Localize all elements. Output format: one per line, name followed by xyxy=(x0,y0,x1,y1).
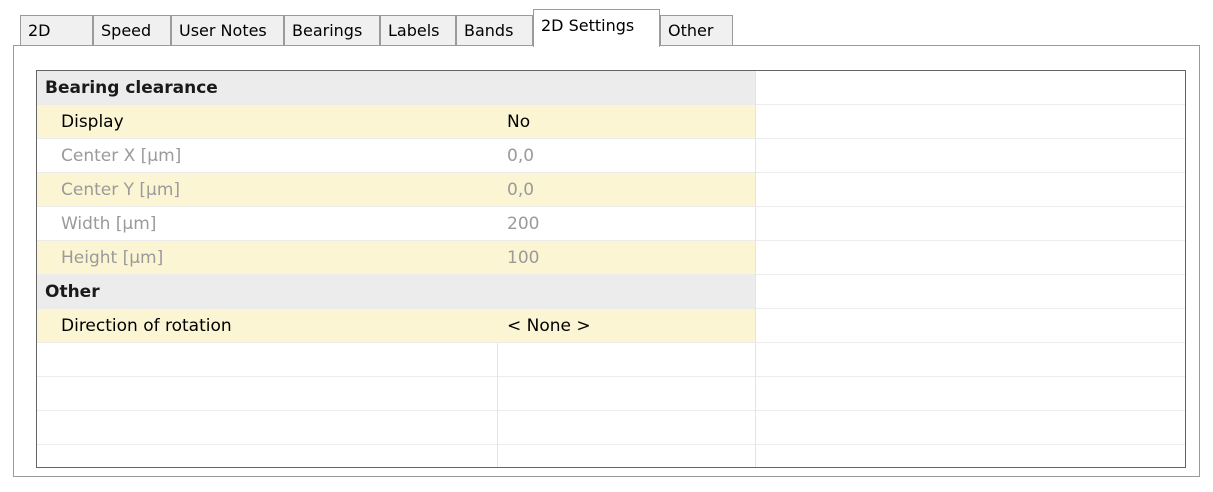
tab-content-panel: Bearing clearance Display No Center X [µ… xyxy=(13,45,1200,477)
property-value-width[interactable]: 200 xyxy=(497,207,755,241)
tab-speed[interactable]: Speed xyxy=(93,15,171,45)
property-name: Height [µm] xyxy=(37,241,497,275)
empty-row xyxy=(37,411,1185,445)
tab-strip: 2D Speed User Notes Bearings Labels Band… xyxy=(0,0,1213,50)
empty-row xyxy=(37,343,1185,377)
property-row-center-x[interactable]: Center X [µm] 0,0 xyxy=(37,139,1185,173)
property-name: Width [µm] xyxy=(61,214,157,234)
property-value-display[interactable]: No xyxy=(497,105,755,139)
property-name: Display xyxy=(37,105,497,139)
tab-labels[interactable]: Labels xyxy=(380,15,456,45)
tab-2d-settings[interactable]: 2D Settings xyxy=(533,9,660,47)
tab-2d[interactable]: 2D xyxy=(20,15,93,45)
tab-user-notes[interactable]: User Notes xyxy=(171,15,284,45)
property-row-center-y[interactable]: Center Y [µm] 0,0 xyxy=(37,173,1185,207)
property-name: Center Y [µm] xyxy=(37,173,497,207)
property-value-center-y[interactable]: 0,0 xyxy=(497,173,755,207)
category-row-other[interactable]: Other xyxy=(37,275,1185,309)
property-row-direction[interactable]: Direction of rotation < None > xyxy=(37,309,1185,343)
property-value-center-x[interactable]: 0,0 xyxy=(497,139,755,173)
column-separator xyxy=(497,343,498,467)
property-grid[interactable]: Bearing clearance Display No Center X [µ… xyxy=(36,70,1186,468)
property-name: Direction of rotation xyxy=(37,309,497,343)
property-value-direction[interactable]: < None > xyxy=(497,309,755,343)
category-label: Bearing clearance xyxy=(37,71,755,105)
property-value-height[interactable]: 100 xyxy=(497,241,755,275)
tab-bands[interactable]: Bands xyxy=(456,15,533,45)
category-label: Other xyxy=(37,275,755,309)
property-name: Center X [µm] xyxy=(61,146,182,166)
column-separator xyxy=(755,71,756,467)
empty-row xyxy=(37,377,1185,411)
tab-other[interactable]: Other xyxy=(660,15,733,45)
category-row-bearing-clearance[interactable]: Bearing clearance xyxy=(37,71,1185,105)
empty-row xyxy=(37,445,1185,467)
tab-bearings[interactable]: Bearings xyxy=(284,15,380,45)
property-row-display[interactable]: Display No xyxy=(37,105,1185,139)
property-row-width[interactable]: Width [µm] 200 xyxy=(37,207,1185,241)
property-row-height[interactable]: Height [µm] 100 xyxy=(37,241,1185,275)
